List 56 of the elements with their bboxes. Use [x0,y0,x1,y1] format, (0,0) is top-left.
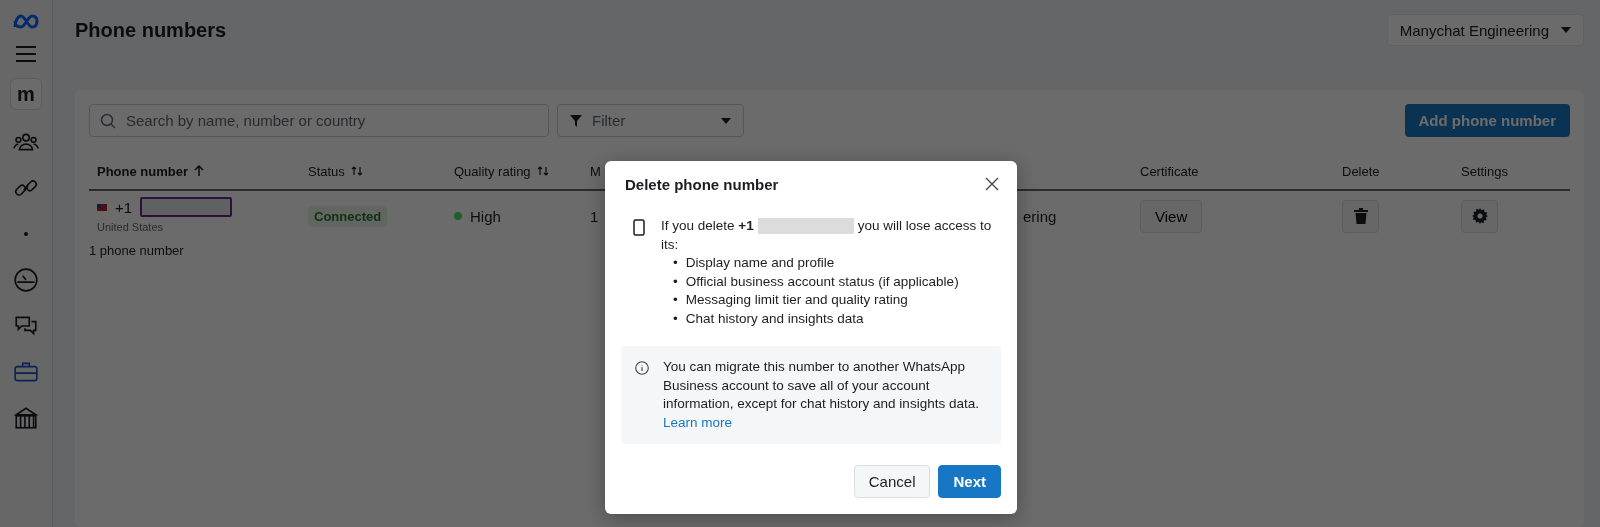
account-dropdown[interactable]: Manychat Engineering [1386,14,1584,46]
close-icon [985,177,999,191]
row-count: 1 phone number [89,243,184,258]
search-icon [100,112,116,129]
search-field[interactable]: Search by name, number or country [89,104,549,137]
column-header[interactable]: Certificate [1140,163,1199,179]
bullet-item: Messaging limit tier and quality rating [685,291,908,309]
phone-icon [633,219,645,236]
search-input[interactable]: Search by name, number or country [124,111,538,130]
column-header[interactable]: Delete [1342,163,1380,179]
delete-button[interactable] [1342,199,1379,233]
meta-logo[interactable] [12,14,40,30]
bank-icon [13,405,39,431]
bullet-item: Display name and profile [685,254,835,272]
bullet-item: Chat history and insights data [685,309,864,328]
settings-button[interactable] [1461,199,1498,233]
dialog-message: If you delete +1 [661,217,754,235]
bullet-marker: • [673,272,678,291]
page-title: Phone numbers [75,18,227,42]
column-header[interactable]: Phone number [97,163,188,179]
bullet-marker: • [673,254,678,272]
bullet-marker: • [673,309,678,328]
caret-icon [1561,27,1571,33]
settings-icon [1471,208,1488,224]
trash-icon [1353,208,1368,224]
bullet-marker: • [673,291,678,309]
country-code: +1 [115,198,133,216]
table-cell-text: ering [1023,207,1058,225]
gauge-icon [13,267,39,293]
view-button[interactable]: View [1140,199,1203,233]
caret-icon [721,117,731,124]
column-header[interactable]: M [590,163,601,179]
column-header[interactable]: Quality rating [454,163,531,179]
menu-icon[interactable] [16,46,36,62]
column-header[interactable]: Settings [1461,163,1508,179]
filter-dropdown[interactable]: Filter [557,104,744,137]
bullet-item: Official business account status (if applicable) [685,272,959,291]
info-icon [635,361,649,375]
cancel-button[interactable]: Cancel [853,465,931,498]
notice-text: You can migrate this number to another WhatsApp Business account to save all of your account information, except for chat history and insights data. Learn more [663,358,980,432]
table-cell-text: 1 [590,207,600,225]
dialog-message: you will lose access to [857,217,992,235]
flag-icon [97,203,107,211]
column-header[interactable]: Status [308,163,345,179]
filter-icon [570,114,582,127]
status-badge: Connected [308,205,388,227]
dot-icon [24,232,28,236]
close-button[interactable] [983,175,1001,193]
add-phone-button[interactable]: Add phone number [1404,104,1570,137]
quality-rating: High [470,207,501,225]
dialog-message: its: [661,236,679,252]
workspace-logo[interactable]: m [10,78,42,110]
learn-more-link[interactable]: Learn more [663,414,733,430]
next-button[interactable]: Next [938,465,1001,498]
country-name: United States [97,221,164,233]
dialog-title: Delete phone number [625,175,779,193]
